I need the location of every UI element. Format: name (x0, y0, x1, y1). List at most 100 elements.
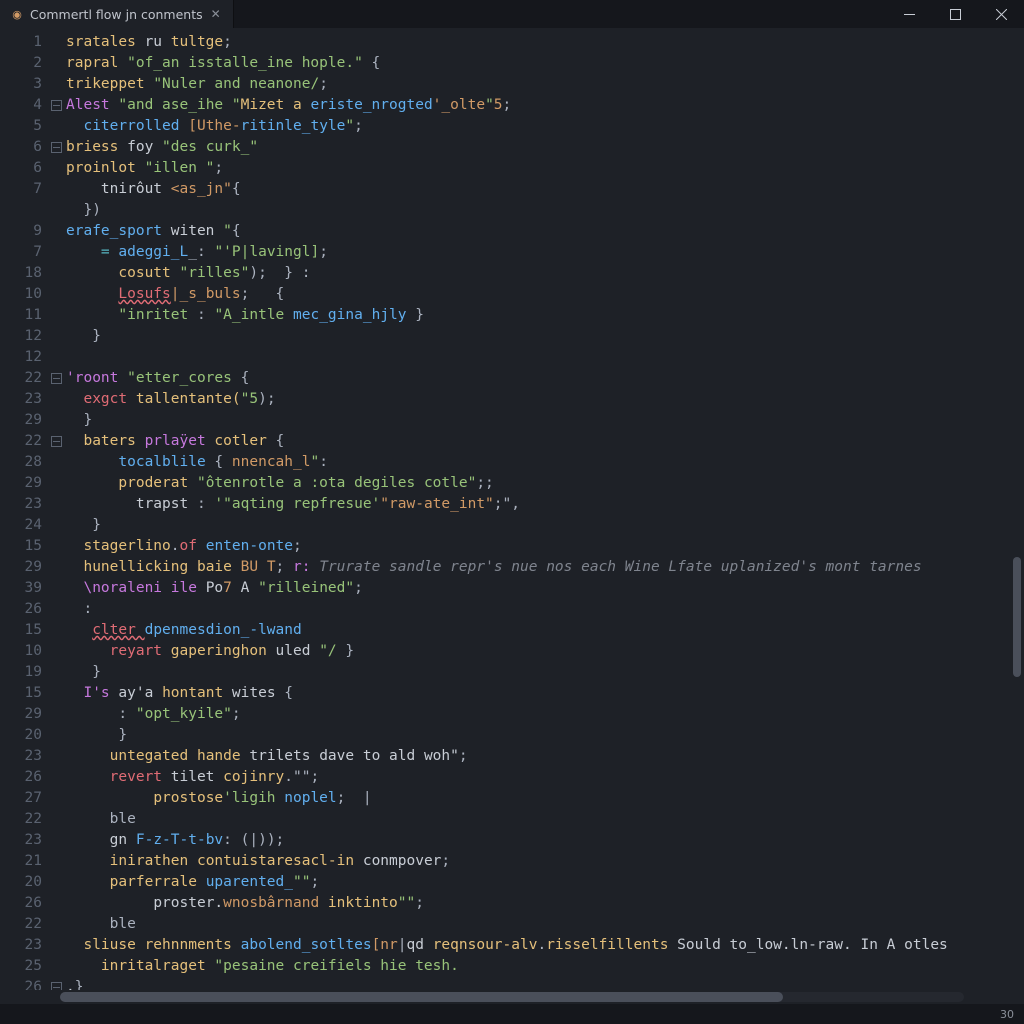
code-line[interactable]: reyart gaperinghon uled "/ } (66, 641, 1016, 662)
vertical-scrollbar[interactable] (1012, 58, 1022, 966)
code-line[interactable]: } (66, 410, 1016, 431)
line-number: 26 (0, 599, 44, 620)
line-number: 23 (0, 746, 44, 767)
code-line[interactable]: citerrolled [Uthe-ritinle_tyle"; (66, 116, 1016, 137)
fold-cell (48, 620, 64, 641)
code-line[interactable]: } (66, 725, 1016, 746)
code-line[interactable]: sliuse rehnnments abolend_sotltes[nr|qd … (66, 935, 1016, 956)
line-number: 6 (0, 158, 44, 179)
code-line[interactable]: ble (66, 809, 1016, 830)
code-line[interactable]: sratales ru tultge; (66, 32, 1016, 53)
fold-cell (48, 599, 64, 620)
line-number: 15 (0, 620, 44, 641)
code-line[interactable]: I's ay'a hontant wites { (66, 683, 1016, 704)
code-line[interactable]: untegated hande trilets dave to ald woh"… (66, 746, 1016, 767)
code-line[interactable]: hunellicking baie BU T; r: Trurate sandl… (66, 557, 1016, 578)
code-line[interactable]: } (66, 515, 1016, 536)
line-number: 4 (0, 95, 44, 116)
fold-toggle-icon[interactable] (51, 142, 62, 153)
line-number: 6 (0, 137, 44, 158)
code-line[interactable]: \noraleni ile Po7 A "rilleined"; (66, 578, 1016, 599)
fold-toggle-icon[interactable] (51, 373, 62, 384)
fold-cell (48, 242, 64, 263)
code-line[interactable]: baters prlaÿet cotler { (66, 431, 1016, 452)
code-line[interactable]: trapst : '"aqting repfresue'"raw-ate_int… (66, 494, 1016, 515)
code-line[interactable]: rapral "of_an isstalle_ine hople." { (66, 53, 1016, 74)
code-line[interactable]: stagerlino.of enten-onte; (66, 536, 1016, 557)
fold-toggle-icon[interactable] (51, 436, 62, 447)
code-line[interactable]: prostose'ligih noplel; | (66, 788, 1016, 809)
code-line[interactable]: inirathen contuistaresacl-in conmpover; (66, 851, 1016, 872)
fold-cell (48, 830, 64, 851)
code-line[interactable]: briess foy "des curk_" (66, 137, 1016, 158)
code-line[interactable]: trikeppet "Nuler and neanone/; (66, 74, 1016, 95)
fold-cell[interactable] (48, 368, 64, 389)
code-line[interactable]: } (66, 326, 1016, 347)
fold-toggle-icon[interactable] (51, 100, 62, 111)
fold-cell[interactable] (48, 977, 64, 990)
fold-cell (48, 200, 64, 221)
code-line[interactable]: cosutt "rilles"); } : (66, 263, 1016, 284)
fold-cell (48, 326, 64, 347)
maximize-button[interactable] (932, 0, 978, 28)
fold-cell (48, 746, 64, 767)
fold-cell (48, 683, 64, 704)
fold-cell (48, 347, 64, 368)
fold-cell[interactable] (48, 137, 64, 158)
status-right: 30 (1000, 1008, 1014, 1021)
code-line[interactable]: tocalblile { nnencah_l": (66, 452, 1016, 473)
code-line[interactable]: proderat "ôtenrotle a :ota degiles cotle… (66, 473, 1016, 494)
line-number: 23 (0, 830, 44, 851)
window-controls (886, 0, 1024, 28)
code-line[interactable]: .} (66, 977, 1016, 990)
code-line[interactable]: erafe_sport witen "{ (66, 221, 1016, 242)
fold-cell (48, 452, 64, 473)
code-line[interactable]: Alest "and ase_ihe "Mizet a eriste_nrogt… (66, 95, 1016, 116)
code-line[interactable]: proster.wnosbârnand inktinto""; (66, 893, 1016, 914)
code-line[interactable]: tnirôut <as_jn"{ (66, 179, 1016, 200)
fold-cell (48, 809, 64, 830)
code-line[interactable]: proinlot "illen "; (66, 158, 1016, 179)
code-line[interactable]: clter dpenmesdion_-lwand (66, 620, 1016, 641)
code-line[interactable]: parferrale uparented_""; (66, 872, 1016, 893)
fold-cell (48, 557, 64, 578)
horizontal-scrollbar[interactable] (60, 990, 964, 1004)
fold-cell (48, 494, 64, 515)
line-number: 22 (0, 914, 44, 935)
code-line[interactable]: : "opt_kyile"; (66, 704, 1016, 725)
editor-area[interactable]: 1234566797181011121222232922282923241529… (0, 28, 1024, 990)
code-line[interactable]: inritalraget "pesaine creifiels hie tesh… (66, 956, 1016, 977)
minimize-button[interactable] (886, 0, 932, 28)
close-button[interactable] (978, 0, 1024, 28)
fold-cell (48, 641, 64, 662)
code-line[interactable]: ble (66, 914, 1016, 935)
line-number: 27 (0, 788, 44, 809)
tab-active[interactable]: ◉ Commertl flow jn conments ✕ (0, 0, 234, 28)
code-line[interactable]: gn F-z-T-t-bv: (|)); (66, 830, 1016, 851)
line-number: 28 (0, 452, 44, 473)
code-content[interactable]: sratales ru tultge;rapral "of_an isstall… (64, 28, 1024, 990)
vertical-scrollbar-thumb[interactable] (1013, 557, 1021, 677)
code-line[interactable]: : (66, 599, 1016, 620)
code-line[interactable]: exgct tallentante("5); (66, 389, 1016, 410)
line-number: 19 (0, 662, 44, 683)
line-number: 39 (0, 578, 44, 599)
code-line[interactable]: 'roont "etter_cores { (66, 368, 1016, 389)
line-number: 23 (0, 389, 44, 410)
fold-toggle-icon[interactable] (51, 982, 62, 990)
code-line[interactable]: }) (66, 200, 1016, 221)
line-number: 24 (0, 515, 44, 536)
code-line[interactable]: = adeggi_L_: "'P|lavingl]; (66, 242, 1016, 263)
code-line[interactable]: revert tilet cojinry.""; (66, 767, 1016, 788)
fold-cell[interactable] (48, 431, 64, 452)
fold-cell[interactable] (48, 95, 64, 116)
tab-close-icon[interactable]: ✕ (209, 7, 223, 21)
code-line[interactable] (66, 347, 1016, 368)
fold-cell (48, 536, 64, 557)
code-line[interactable]: "inritet : "A_intle mec_gina_hjly } (66, 305, 1016, 326)
code-line[interactable]: Losufs|_s_buls; { (66, 284, 1016, 305)
fold-cell (48, 515, 64, 536)
fold-cell (48, 914, 64, 935)
horizontal-scrollbar-thumb[interactable] (60, 992, 783, 1002)
code-line[interactable]: } (66, 662, 1016, 683)
